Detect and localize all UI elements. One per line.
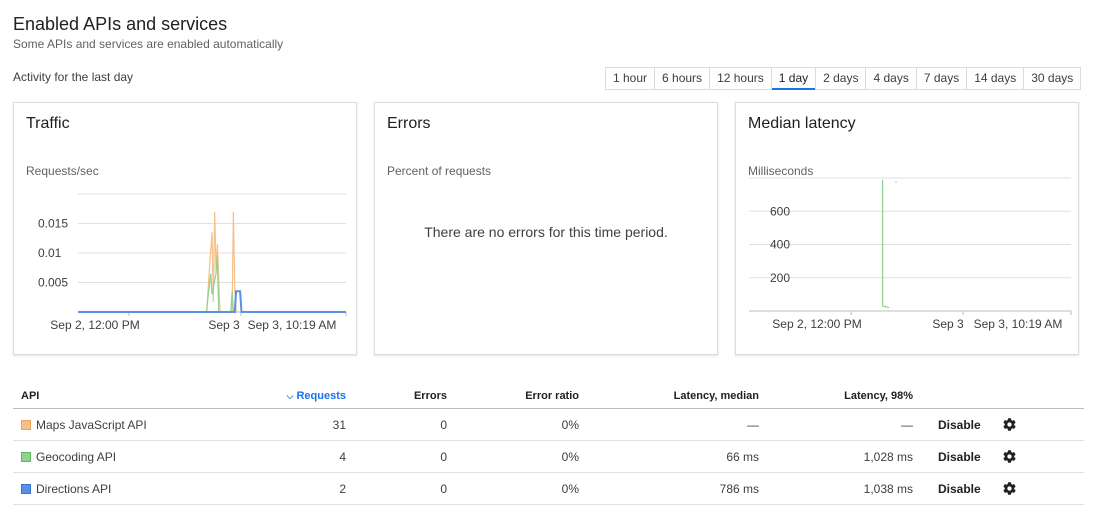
error-ratio-cell: 0% bbox=[561, 450, 579, 464]
range-6-hours[interactable]: 6 hours bbox=[655, 68, 711, 89]
x-tick-label: Sep 2, 12:00 PM bbox=[50, 318, 139, 332]
errors-cell: 0 bbox=[440, 418, 447, 432]
latency-median-cell: 786 ms bbox=[719, 482, 759, 496]
api-name-cell[interactable]: Directions API bbox=[13, 482, 111, 496]
x-tick-label: Sep 2, 12:00 PM bbox=[772, 317, 861, 331]
range-30-days[interactable]: 30 days bbox=[1024, 68, 1080, 89]
latency-median-cell: 66 ms bbox=[726, 450, 759, 464]
header-error-ratio[interactable]: Error ratio bbox=[483, 390, 579, 402]
latency-98-cell: 1,038 ms bbox=[863, 482, 913, 496]
header-api[interactable]: API bbox=[21, 390, 39, 402]
data-point bbox=[895, 181, 897, 183]
table-row: Directions API 2 0 0% 786 ms 1,038 ms Di… bbox=[13, 473, 1084, 505]
errors-card: Errors Percent of requests There are no … bbox=[374, 102, 718, 355]
error-ratio-cell: 0% bbox=[561, 418, 579, 432]
range-7-days[interactable]: 7 days bbox=[917, 68, 968, 89]
activity-label: Activity for the last day bbox=[13, 70, 134, 84]
error-ratio-cell: 0% bbox=[561, 482, 579, 496]
gear-icon[interactable] bbox=[1002, 449, 1017, 464]
latency-chart: 600 400 200 Sep 2, 12:00 PM Sep 3 Sep 3, 10:1… bbox=[749, 177, 1072, 331]
api-name-cell[interactable]: Maps JavaScript API bbox=[13, 418, 147, 432]
y-tick-label: 0.005 bbox=[38, 276, 68, 290]
errors-card-title: Errors bbox=[387, 115, 431, 132]
table-header: API ⌵ Requests Errors Error ratio Latency… bbox=[13, 383, 1084, 409]
range-14-days[interactable]: 14 days bbox=[967, 68, 1025, 89]
series-line bbox=[78, 290, 346, 313]
x-tick-label: Sep 3 bbox=[208, 318, 240, 332]
range-2-days[interactable]: 2 days bbox=[816, 68, 867, 89]
gear-icon[interactable] bbox=[1002, 417, 1017, 432]
traffic-card-title: Traffic bbox=[26, 115, 70, 132]
header-requests-label: Requests bbox=[296, 390, 346, 402]
latency-card-subtitle: Milliseconds bbox=[748, 164, 814, 178]
y-tick-label: 0.01 bbox=[38, 246, 62, 260]
table-row: Geocoding API 4 0 0% 66 ms 1,028 ms Disa… bbox=[13, 441, 1084, 473]
latency-median-cell: — bbox=[747, 418, 759, 432]
api-name-cell[interactable]: Geocoding API bbox=[13, 450, 116, 464]
latency-98-cell: — bbox=[901, 418, 913, 432]
page-title: Enabled APIs and services bbox=[13, 14, 228, 34]
x-tick-label: Sep 3, 10:19 AM bbox=[974, 317, 1063, 331]
requests-cell: 2 bbox=[339, 482, 346, 496]
range-1-hour[interactable]: 1 hour bbox=[606, 68, 656, 89]
header-errors[interactable]: Errors bbox=[373, 390, 447, 402]
range-1-day[interactable]: 1 day bbox=[771, 68, 817, 90]
latency-card-title: Median latency bbox=[748, 115, 856, 132]
latency-card: 600 400 200 Sep 2, 12:00 PM Sep 3 Sep 3, 10:1… bbox=[735, 102, 1079, 355]
errors-cell: 0 bbox=[440, 482, 447, 496]
header-latency-98[interactable]: Latency, 98% bbox=[793, 390, 913, 402]
errors-empty-message: There are no errors for this time period… bbox=[424, 224, 668, 240]
traffic-chart: 0.015 0.01 0.005 Sep 2, 12:00 PM Sep 3 Sep 3,… bbox=[38, 193, 347, 332]
errors-cell: 0 bbox=[440, 450, 447, 464]
series-line bbox=[882, 179, 890, 309]
api-name: Maps JavaScript API bbox=[36, 418, 147, 432]
disable-button[interactable]: Disable bbox=[938, 482, 981, 496]
traffic-card: 0.015 0.01 0.005 Sep 2, 12:00 PM Sep 3 Sep 3,… bbox=[13, 102, 357, 355]
x-tick-label: Sep 3, 10:19 AM bbox=[248, 318, 337, 332]
series-color-swatch bbox=[21, 452, 31, 462]
page-subtitle: Some APIs and services are enabled autom… bbox=[13, 37, 284, 51]
requests-cell: 4 bbox=[339, 450, 346, 464]
time-range-selector: 1 hour 6 hours 12 hours 1 day 2 days 4 d… bbox=[605, 67, 1082, 90]
disable-button[interactable]: Disable bbox=[938, 450, 981, 464]
traffic-card-subtitle: Requests/sec bbox=[26, 164, 99, 178]
errors-card-subtitle: Percent of requests bbox=[387, 164, 492, 178]
api-name: Geocoding API bbox=[36, 450, 117, 464]
y-tick-label: 600 bbox=[770, 204, 790, 218]
series-color-swatch bbox=[21, 420, 31, 430]
requests-cell: 31 bbox=[332, 418, 346, 432]
range-12-hours[interactable]: 12 hours bbox=[710, 68, 772, 89]
y-tick-label: 400 bbox=[770, 238, 790, 252]
sort-desc-icon: ⌵ bbox=[286, 391, 294, 401]
table-row: Maps JavaScript API 31 0 0% — — Disable bbox=[13, 409, 1084, 441]
disable-button[interactable]: Disable bbox=[938, 418, 981, 432]
y-tick-label: 0.015 bbox=[38, 217, 68, 231]
range-4-days[interactable]: 4 days bbox=[866, 68, 917, 89]
api-name: Directions API bbox=[36, 482, 112, 496]
header-requests[interactable]: ⌵ Requests bbox=[271, 390, 346, 402]
y-tick-label: 200 bbox=[770, 271, 790, 285]
series-color-swatch bbox=[21, 484, 31, 494]
header-latency-median[interactable]: Latency, median bbox=[633, 390, 759, 402]
latency-98-cell: 1,028 ms bbox=[863, 450, 913, 464]
x-tick-label: Sep 3 bbox=[932, 317, 964, 331]
gear-icon[interactable] bbox=[1002, 481, 1017, 496]
